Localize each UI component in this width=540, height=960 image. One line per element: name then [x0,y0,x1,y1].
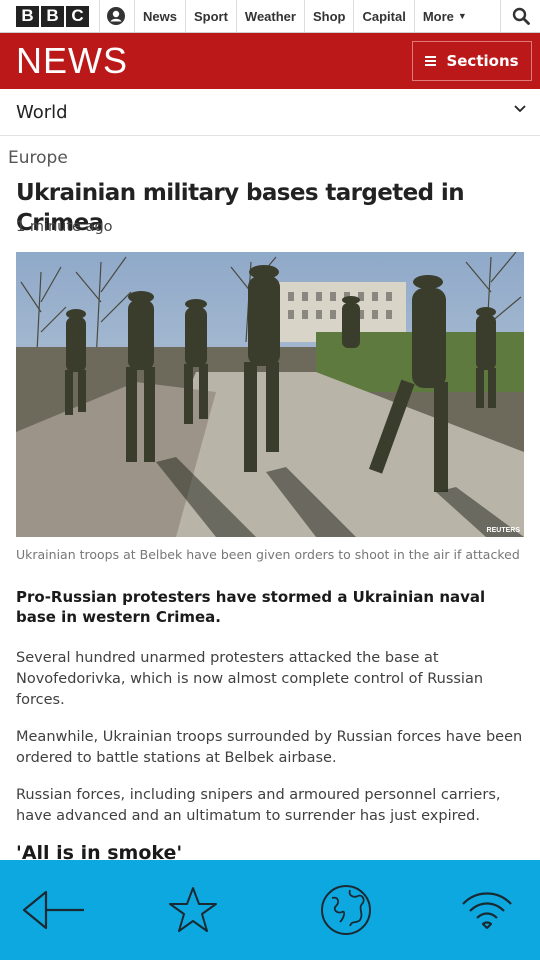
sections-label: Sections [446,52,519,70]
back-button[interactable] [18,882,88,938]
article-intro: Pro-Russian protesters have stormed a Uk… [16,588,486,626]
bbc-logo-letter: C [66,5,89,27]
news-wordmark[interactable]: NEWS [16,41,128,81]
chevron-down-icon [514,105,526,113]
menu-icon [425,56,437,66]
search-button[interactable] [500,0,540,32]
section-dropdown[interactable]: World [0,89,540,136]
account-button[interactable] [99,0,134,32]
back-arrow-icon [22,890,84,930]
article-timestamp: 1 minute ago [16,219,113,235]
topnav-shop[interactable]: Shop [303,0,354,32]
more-label: More [422,8,454,24]
news-header: NEWS Sections [0,33,540,89]
article-paragraph: Russian forces, including snipers and ar… [16,787,501,824]
image-credit: REUTERS [487,527,521,534]
globe-icon [321,885,371,935]
caret-down-icon: ▼ [457,11,467,21]
topnav-sport[interactable]: Sport [184,0,236,32]
sections-button[interactable]: Sections [412,41,532,81]
photo-caption: Ukrainian troops at Belbek have been giv… [16,547,520,562]
topnav-news[interactable]: News [134,0,185,32]
article-paragraph: Several hundred unarmed protesters attac… [16,650,484,708]
favorite-button[interactable] [158,882,228,938]
bbc-top-bar: B B C News Sport Weather Shop Capital Mo… [0,0,540,33]
bbc-logo-letter: B [16,5,39,27]
globe-button[interactable] [311,882,381,938]
article-photo: REUTERS [16,252,524,537]
bbc-logo[interactable]: B B C [0,0,99,32]
connectivity-button[interactable] [452,882,522,938]
wifi-icon [462,892,512,930]
topnav-more[interactable]: More ▼ [413,0,475,32]
account-icon [107,7,125,25]
photo-illustration: REUTERS [16,252,524,537]
article-section-label[interactable]: Europe [8,148,68,168]
section-dropdown-label: World [16,102,68,123]
topnav-weather[interactable]: Weather [235,0,304,32]
topnav-capital[interactable]: Capital [353,0,413,32]
article-paragraph: Meanwhile, Ukrainian troops surrounded b… [16,729,523,766]
search-icon [512,7,530,25]
bbc-logo-letter: B [41,5,64,27]
bottom-app-bar [0,860,540,960]
star-icon [169,887,217,932]
